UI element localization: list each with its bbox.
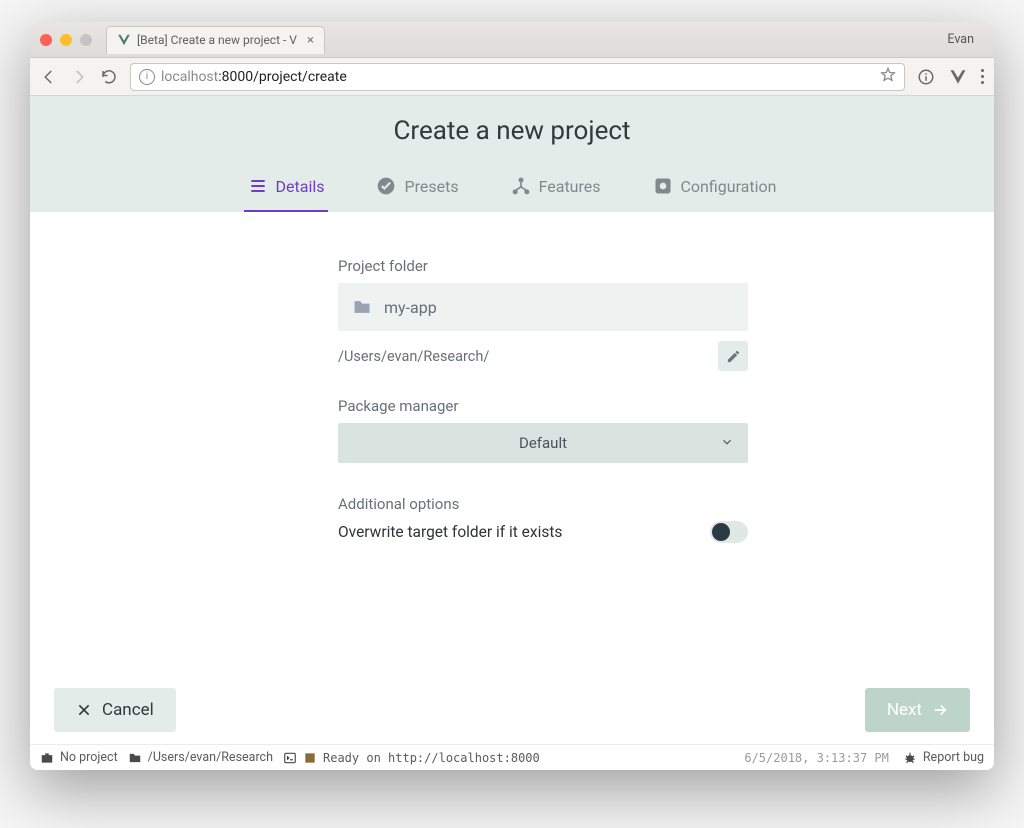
project-path-text: /Users/evan/Research/ [338, 348, 708, 365]
briefcase-icon [40, 751, 54, 765]
reload-button[interactable] [100, 68, 118, 86]
action-bar: Cancel Next [30, 688, 994, 744]
report-bug-button[interactable]: Report bug [903, 750, 984, 765]
vue-icon [117, 33, 131, 47]
back-button[interactable] [40, 68, 58, 86]
report-bug-label: Report bug [923, 750, 984, 765]
package-manager-value: Default [519, 434, 567, 452]
extension-icon[interactable] [917, 68, 935, 86]
cancel-button[interactable]: Cancel [54, 688, 176, 732]
tab-configuration[interactable]: Configuration [649, 166, 781, 212]
check-circle-icon [376, 176, 396, 196]
status-bar: No project /Users/evan/Research Ready on… [30, 744, 994, 770]
page-header: Create a new project Details Presets [30, 96, 994, 212]
pencil-icon [726, 349, 741, 364]
bookmark-icon[interactable] [880, 67, 896, 87]
url-input[interactable]: i localhost:8000/project/create [130, 63, 905, 91]
address-bar: i localhost:8000/project/create [30, 58, 994, 96]
window-controls [40, 34, 92, 46]
project-folder-label: Project folder [338, 257, 748, 275]
forward-button[interactable] [70, 68, 88, 86]
minimize-window-button[interactable] [60, 34, 72, 46]
nodes-icon [511, 176, 531, 196]
badge-icon [303, 751, 317, 765]
status-timestamp: 6/5/2018, 3:13:37 PM [744, 751, 889, 765]
tab-label: Features [539, 177, 601, 196]
package-manager-label: Package manager [338, 397, 748, 415]
close-window-button[interactable] [40, 34, 52, 46]
status-log[interactable]: Ready on http://localhost:8000 [283, 751, 540, 765]
window-titlebar: [Beta] Create a new project - V × Evan [30, 22, 994, 58]
tab-presets[interactable]: Presets [372, 166, 462, 212]
tab-label: Details [276, 177, 325, 196]
page-content: Create a new project Details Presets [30, 96, 994, 770]
project-folder-input[interactable]: my-app [338, 283, 748, 331]
toggle-knob [712, 523, 730, 541]
status-ready-text: Ready on http://localhost:8000 [323, 751, 540, 765]
project-folder-value: my-app [384, 298, 437, 317]
tab-features[interactable]: Features [507, 166, 605, 212]
status-project[interactable]: No project [40, 750, 118, 765]
step-tabs: Details Presets Features [30, 166, 994, 212]
site-info-icon[interactable]: i [139, 69, 155, 85]
overwrite-option-label: Overwrite target folder if it exists [338, 523, 710, 541]
folder-icon [128, 751, 142, 765]
next-button[interactable]: Next [865, 688, 970, 732]
gear-box-icon [653, 176, 673, 196]
status-no-project: No project [60, 750, 118, 765]
folder-icon [352, 297, 372, 317]
url-text: localhost:8000/project/create [161, 69, 347, 85]
status-cwd-text: /Users/evan/Research [148, 750, 273, 765]
arrow-right-icon [932, 702, 948, 718]
cancel-label: Cancel [102, 700, 154, 720]
menu-icon[interactable] [981, 69, 984, 84]
browser-window: [Beta] Create a new project - V × Evan i… [30, 22, 994, 770]
browser-tab[interactable]: [Beta] Create a new project - V × [106, 26, 325, 54]
bug-icon [903, 751, 917, 765]
form-area: Project folder my-app /Users/evan/Resear… [30, 212, 994, 688]
package-manager-select[interactable]: Default [338, 423, 748, 463]
vue-extension-icon[interactable] [949, 68, 967, 86]
profile-name[interactable]: Evan [947, 32, 984, 47]
edit-path-button[interactable] [718, 341, 748, 371]
tab-details[interactable]: Details [244, 166, 329, 212]
list-icon [248, 176, 268, 196]
next-label: Next [887, 700, 922, 720]
close-tab-icon[interactable]: × [307, 33, 314, 48]
toolbar-right [917, 68, 984, 86]
tab-label: Configuration [681, 177, 777, 196]
overwrite-toggle[interactable] [710, 521, 748, 543]
maximize-window-button[interactable] [80, 34, 92, 46]
additional-options-label: Additional options [338, 495, 748, 513]
tab-label: Presets [404, 177, 458, 196]
terminal-icon [283, 751, 297, 765]
tab-title: [Beta] Create a new project - V [137, 33, 297, 47]
status-cwd[interactable]: /Users/evan/Research [128, 750, 273, 765]
chevron-down-icon [720, 434, 734, 453]
page-title: Create a new project [30, 116, 994, 146]
close-icon [76, 702, 92, 718]
